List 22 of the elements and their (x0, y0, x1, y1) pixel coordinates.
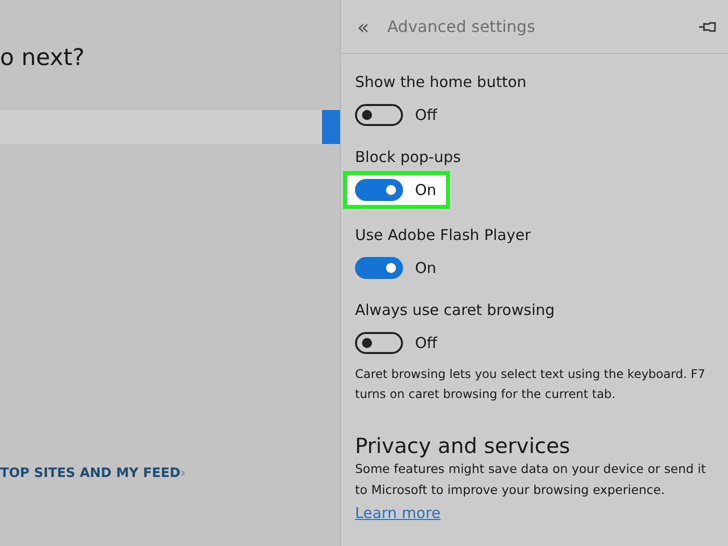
toggle-state: On (415, 258, 436, 279)
setting-label: Show the home button (355, 72, 526, 92)
setting-label: Block pop-ups (355, 146, 461, 166)
toggle-switch[interactable] (355, 104, 403, 126)
toggle-switch[interactable] (355, 178, 403, 201)
toggle-switch[interactable] (355, 257, 403, 280)
search-field[interactable] (0, 110, 340, 144)
panel-title: Advanced settings (387, 16, 536, 38)
toggle-state: Off (415, 332, 438, 354)
page-heading: o next? (0, 44, 86, 73)
section-text: Some features might save data on your device or send it to Microsoft to improve your browsing experience. (355, 461, 707, 500)
setting-label: Use Adobe Flash Player (355, 225, 531, 245)
setting-label: Always use caret browsing (355, 300, 555, 320)
pin-icon[interactable] (698, 20, 716, 32)
feed-link[interactable]: TOP SITES AND MY FEED› (0, 464, 186, 484)
toggle-state: Off (415, 105, 438, 126)
setting-description: Caret browsing lets you select text using the keyboard. F7 turns on caret browsing for the current tab. (355, 366, 706, 403)
learn-more-link[interactable]: Learn more (355, 502, 441, 525)
back-button[interactable]: « (357, 16, 370, 36)
toggle-switch[interactable] (355, 332, 403, 354)
section-heading: Privacy and services (355, 434, 572, 460)
toggle-state: On (415, 180, 436, 200)
